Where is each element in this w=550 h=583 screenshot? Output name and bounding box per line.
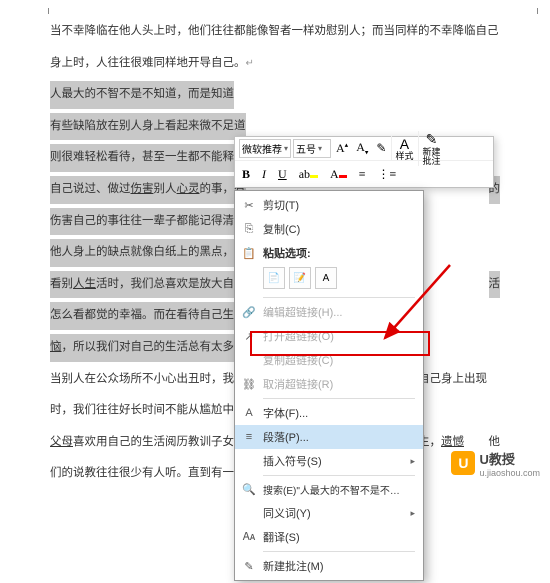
menu-search[interactable]: 🔍 搜索(E)"人最大的不智不是不知道，而是知...": [235, 478, 423, 501]
menu-new-comment[interactable]: ✎ 新建批注(M): [235, 554, 423, 578]
paste-merge-formatting[interactable]: 📝: [289, 267, 311, 289]
menu-insert-symbol[interactable]: 插入符号(S) ▸: [235, 449, 423, 473]
link-icon: 🔗: [241, 304, 257, 320]
selected-text: 有些缺陷放在别人身上看起来微不足道: [50, 113, 246, 141]
selected-text: 怎么看都觉的幸福。而在看待自己生: [50, 302, 234, 330]
underline-button[interactable]: U: [275, 166, 290, 183]
watermark: U U教授 u.jiaoshou.com: [451, 449, 540, 478]
comment-icon: ✎: [426, 131, 438, 148]
menu-copy[interactable]: ⎘ 复制(C): [235, 217, 423, 241]
numbering-button[interactable]: ⋮≡: [374, 166, 399, 183]
menu-remove-hyperlink: ⛓ 取消超链接(R): [235, 372, 423, 396]
watermark-logo-icon: U: [451, 451, 475, 475]
paragraph[interactable]: 当不幸降临在他人头上时，他们往往都能像智者一样劝慰别人；而当同样的不幸降临自己: [50, 18, 500, 46]
font-size-selector[interactable]: 五号▾: [293, 139, 331, 158]
menu-font[interactable]: A 字体(F)...: [235, 401, 423, 425]
open-link-icon: ↗: [241, 328, 257, 344]
bold-button[interactable]: B: [239, 166, 253, 183]
selected-text: 他人身上的缺点就像白纸上的黑点，一: [50, 239, 246, 267]
paste-keep-formatting[interactable]: 📄: [263, 267, 285, 289]
text: 身上时，人往往很难同样地开导自己。: [50, 57, 246, 69]
selected-text: 伤害自己的事往往一辈子都能记得清清: [50, 208, 246, 236]
text: 当不幸降临在他人头上时，他们往往都能像智者一样劝慰别人；而当同样的不幸降临自己: [50, 25, 499, 37]
grow-font-button[interactable]: A▴: [333, 140, 351, 157]
paste-options-header: 📋 粘贴选项:: [235, 241, 423, 263]
search-icon: 🔍: [241, 482, 257, 498]
unlink-icon: ⛓: [241, 376, 257, 392]
chevron-right-icon: ▸: [410, 508, 415, 519]
menu-cut[interactable]: ✂ 剪切(T): [235, 193, 423, 217]
scissors-icon: ✂: [241, 197, 257, 213]
translate-icon: 🗛: [241, 529, 257, 545]
comment-icon: ✎: [241, 558, 257, 574]
chevron-right-icon: ▸: [410, 456, 415, 467]
paragraph[interactable]: 身上时，人往往很难同样地开导自己。↵: [50, 50, 500, 78]
paragraph-icon: ≡: [241, 429, 257, 445]
italic-button[interactable]: I: [259, 166, 269, 183]
shrink-font-button[interactable]: A▾: [353, 139, 371, 157]
menu-paragraph[interactable]: ≡ 段落(P)...: [235, 425, 423, 449]
styles-icon: A: [400, 136, 409, 152]
menu-synonyms[interactable]: 同义词(Y) ▸: [235, 501, 423, 525]
copy-icon: ⎘: [241, 221, 257, 237]
format-painter-button[interactable]: ✎: [373, 140, 389, 157]
paste-text-only[interactable]: A: [315, 267, 337, 289]
font-icon: A: [241, 405, 257, 421]
selected-text: 则很难轻松看待，甚至一生都不能释: [50, 144, 234, 172]
menu-copy-hyperlink: 复制超链接(C): [235, 348, 423, 372]
highlight-color-button[interactable]: ab: [296, 166, 321, 183]
font-color-button[interactable]: A: [327, 166, 350, 183]
selected-text: 人最大的不智不是不知道，而是知道: [50, 81, 234, 109]
mini-toolbar: 微软推荐▾ 五号▾ A▴ A▾ ✎ A 样式 ✎ 新建批注 B I U ab A…: [234, 136, 494, 188]
bullets-button[interactable]: ≡: [356, 166, 369, 183]
context-menu: ✂ 剪切(T) ⎘ 复制(C) 📋 粘贴选项: 📄 📝 A 🔗 编辑超链接(H)…: [234, 190, 424, 581]
menu-open-hyperlink: ↗ 打开超链接(O): [235, 324, 423, 348]
clipboard-icon: 📋: [241, 245, 257, 261]
paragraph[interactable]: 人最大的不智不是不知道，而是知道: [50, 81, 500, 109]
menu-translate[interactable]: 🗛 翻译(S): [235, 525, 423, 549]
font-name-selector[interactable]: 微软推荐▾: [239, 139, 291, 158]
menu-edit-hyperlink: 🔗 编辑超链接(H)...: [235, 300, 423, 324]
